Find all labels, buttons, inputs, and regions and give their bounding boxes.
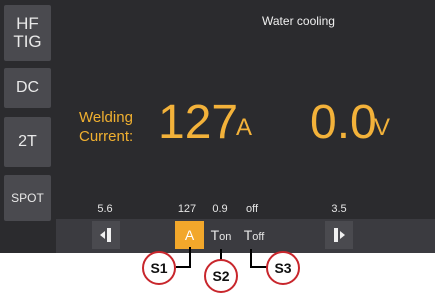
welding-current-label: Welding Current:	[79, 108, 133, 146]
next-param-button[interactable]	[325, 221, 353, 249]
callout-s1: S1	[142, 251, 176, 285]
callout-s2: S2	[204, 259, 238, 293]
trigger-label: 2T	[18, 132, 37, 150]
current-readout: 127	[158, 96, 239, 149]
tab-ton[interactable]: Ton	[206, 221, 236, 249]
arrow-right-icon	[334, 228, 345, 242]
welding-label-line1: Welding	[79, 109, 133, 126]
callout-s1-line-h	[176, 266, 191, 268]
mode-hf-tig-button[interactable]: HF TIG	[4, 5, 51, 61]
callout-s1-label: S1	[150, 260, 168, 276]
polarity-label: DC	[15, 78, 40, 96]
prev-param-button[interactable]	[92, 221, 120, 249]
right-param-value: 3.5	[331, 203, 347, 215]
callout-s1-line	[189, 247, 191, 268]
left-param-value: 5.6	[97, 203, 113, 215]
toff-param-value: off	[245, 203, 259, 215]
tab-toff[interactable]: Toff	[238, 221, 270, 249]
callout-s2-label: S2	[212, 268, 230, 284]
cooling-status: Water cooling	[262, 14, 335, 28]
spot-button[interactable]: SPOT	[4, 175, 51, 221]
current-unit: A	[236, 114, 253, 141]
ton-param-value: 0.9	[212, 203, 228, 215]
callout-s3: S3	[266, 251, 300, 285]
tab-current-a[interactable]: A	[175, 221, 204, 249]
tab-ton-sub: on	[219, 231, 232, 243]
tab-toff-sub: off	[252, 231, 265, 243]
spot-label: SPOT	[11, 190, 44, 205]
tab-ton-main: T	[210, 227, 220, 243]
callout-s3-label: S3	[274, 260, 292, 276]
mode-label: HF TIG	[13, 14, 42, 51]
voltage-readout: 0.0	[310, 96, 377, 149]
welder-display: HF TIG DC 2T SPOT Water cooling Welding …	[0, 0, 435, 253]
trigger-2t-button[interactable]: 2T	[4, 117, 51, 167]
polarity-dc-button[interactable]: DC	[4, 68, 51, 108]
tab-toff-main: T	[243, 227, 253, 243]
tab-a-label: A	[184, 227, 195, 243]
arrow-left-icon	[100, 228, 111, 242]
callout-s3-line-h	[250, 266, 267, 268]
voltage-unit: V	[374, 114, 391, 141]
a-param-value: 127	[177, 203, 197, 215]
welding-label-line2: Current:	[79, 128, 134, 145]
